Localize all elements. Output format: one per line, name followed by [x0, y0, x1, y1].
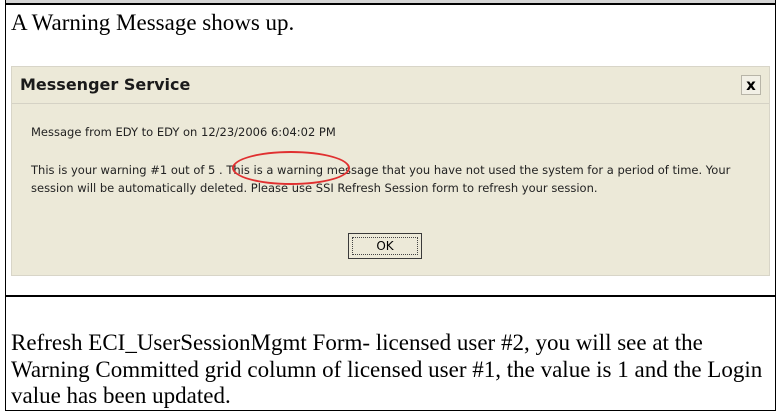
- document-page: A Warning Message shows up. Messenger Se…: [0, 0, 784, 415]
- message-body: This is your warning #1 out of 5 . This …: [31, 161, 761, 197]
- instruction-text: Refresh ECI_UserSessionMgmt Form- licens…: [11, 330, 763, 408]
- dialog-titlebar[interactable]: Messenger Service x: [12, 67, 769, 104]
- message-body-part1: This is your warning: [31, 163, 151, 177]
- warning-count-highlight: #1 out of 5: [150, 163, 216, 177]
- close-button[interactable]: x: [741, 75, 761, 95]
- ok-button[interactable]: OK: [348, 233, 422, 259]
- intro-text: A Warning Message shows up.: [11, 10, 295, 35]
- message-header-line: Message from EDY to EDY on 12/23/2006 6:…: [31, 125, 336, 139]
- instruction-table: A Warning Message shows up. Messenger Se…: [5, 0, 776, 411]
- messenger-dialog: Messenger Service x Message from EDY to …: [11, 66, 770, 276]
- dialog-title: Messenger Service: [20, 75, 191, 94]
- table-top-border: [6, 3, 775, 5]
- table-row-divider: [6, 295, 775, 297]
